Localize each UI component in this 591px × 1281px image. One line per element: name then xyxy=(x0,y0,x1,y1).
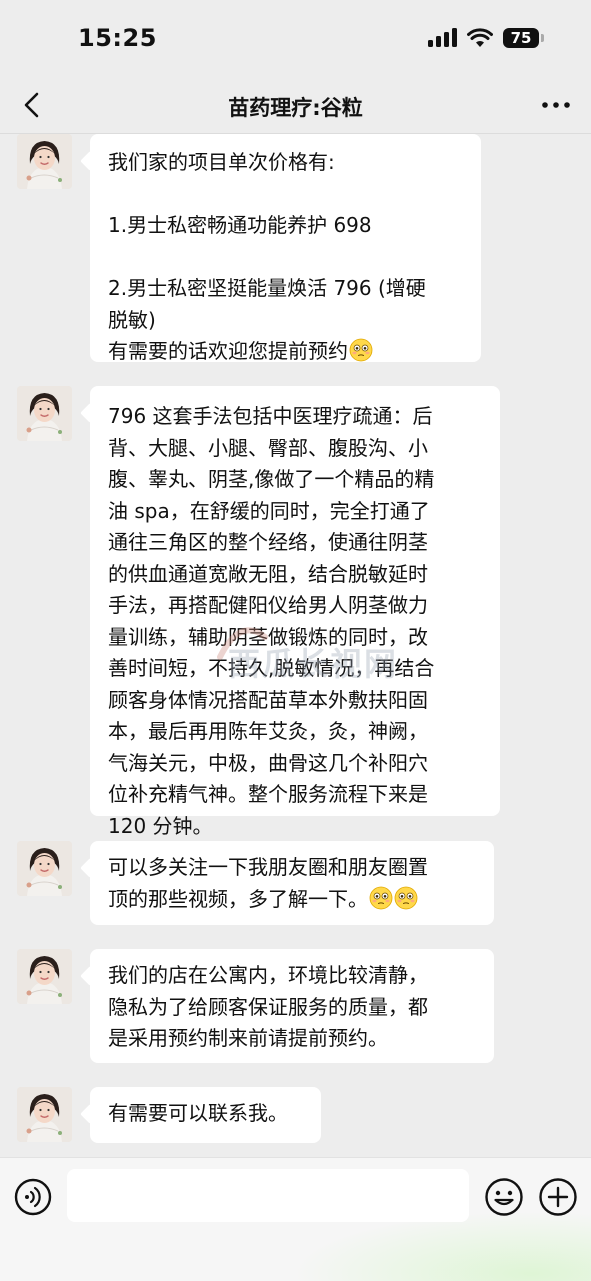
message-bubble[interactable]: 有需要可以联系我。 xyxy=(90,1087,321,1143)
message-text: 796 这套手法包括中医理疗疏通：后 背、大腿、小腿、臀部、腹股沟、小 腹、睾丸… xyxy=(108,404,435,838)
message-list[interactable]: 我们家的项目单次价格有: 1.男士私密畅通功能养护 698 2.男士私密坚挺能量… xyxy=(0,134,591,1156)
wifi-icon xyxy=(467,28,493,47)
message-text: 我们家的项目单次价格有: 1.男士私密畅通功能养护 698 2.男士私密坚挺能量… xyxy=(108,150,426,363)
flushed-face-emoji-icon xyxy=(369,886,393,910)
more-dots-icon[interactable] xyxy=(539,90,573,120)
avatar[interactable] xyxy=(17,134,72,189)
status-icons: 75 xyxy=(427,28,544,48)
input-bar xyxy=(0,1157,591,1281)
avatar[interactable] xyxy=(17,386,72,441)
battery-level: 75 xyxy=(510,29,532,47)
battery-icon: 75 xyxy=(503,28,544,48)
plus-icon[interactable] xyxy=(538,1177,578,1217)
flushed-face-emoji-icon xyxy=(349,338,373,362)
voice-icon[interactable] xyxy=(14,1178,52,1216)
avatar[interactable] xyxy=(17,949,72,1004)
flushed-face-emoji-icon xyxy=(394,886,418,910)
message-bubble[interactable]: 我们的店在公寓内，环境比较清静， 隐私为了给顾客保证服务的质量，都 是采用预约制… xyxy=(90,949,494,1063)
message-text: 有需要可以联系我。 xyxy=(108,1101,288,1125)
message-bubble[interactable]: 我们家的项目单次价格有: 1.男士私密畅通功能养护 698 2.男士私密坚挺能量… xyxy=(90,134,481,363)
message-bubble[interactable]: 796 这套手法包括中医理疗疏通：后 背、大腿、小腿、臀部、腹股沟、小 腹、睾丸… xyxy=(90,386,500,838)
message-input[interactable] xyxy=(67,1169,469,1222)
status-time: 15:25 xyxy=(78,24,157,52)
message-text: 我们的店在公寓内，环境比较清静， 隐私为了给顾客保证服务的质量，都 是采用预约制… xyxy=(108,963,428,1050)
emoji-icon[interactable] xyxy=(484,1177,524,1217)
signal-icon xyxy=(428,28,457,47)
message-bubble[interactable]: 可以多关注一下我朋友圈和朋友圈置 顶的那些视频，多了解一下。 xyxy=(90,841,494,925)
nav-bar: 苗药理疗:谷粒 xyxy=(0,78,591,134)
chat-title: 苗药理疗:谷粒 xyxy=(228,96,363,120)
status-bar: 15:25 75 xyxy=(0,0,591,78)
avatar[interactable] xyxy=(17,841,72,896)
avatar[interactable] xyxy=(17,1087,72,1142)
